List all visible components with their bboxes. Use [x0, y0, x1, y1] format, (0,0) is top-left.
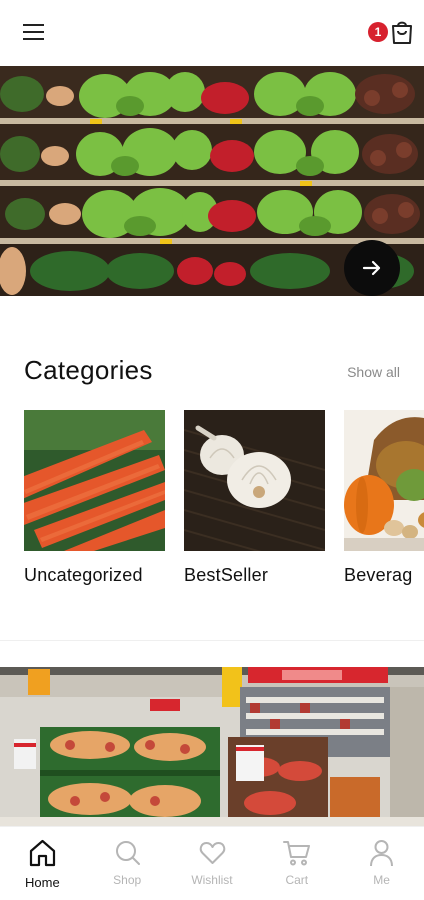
cart-button[interactable]: 1 [368, 18, 414, 48]
nav-label: Cart [285, 873, 309, 887]
nav-home[interactable]: Home [0, 827, 85, 900]
promo-banner-image[interactable] [0, 667, 424, 827]
nav-me[interactable]: Me [339, 827, 424, 900]
search-icon [115, 841, 140, 865]
nav-label: Shop [113, 873, 142, 887]
categories-header: Categories Show all [24, 355, 400, 389]
category-card-beverages[interactable]: Beverag [344, 410, 424, 586]
carousel-next-button[interactable] [344, 240, 400, 296]
shopping-bag-icon [392, 21, 412, 44]
cart-count-badge: 1 [368, 22, 388, 42]
bottom-navigation: Home Shop Wishlist Cart Me [0, 826, 424, 900]
show-all-link[interactable]: Show all [347, 364, 400, 380]
user-icon [370, 840, 394, 867]
hamburger-menu-icon[interactable] [22, 22, 46, 42]
category-image-carrots [24, 410, 165, 551]
category-card-uncategorized[interactable]: Uncategorized [24, 410, 165, 586]
nav-cart[interactable]: Cart [254, 827, 339, 900]
category-label: Uncategorized [24, 565, 143, 585]
categories-list: Uncategorized BestSeller Beverag [24, 410, 424, 600]
category-label: BestSeller [184, 565, 269, 585]
nav-label: Wishlist [191, 873, 233, 887]
heart-icon [199, 842, 225, 864]
nav-wishlist[interactable]: Wishlist [170, 827, 255, 900]
cart-icon [283, 841, 311, 866]
category-card-bestseller[interactable]: BestSeller [184, 410, 325, 586]
section-divider [0, 640, 424, 641]
category-image-garlic [184, 410, 325, 551]
home-icon [29, 839, 56, 867]
category-label: Beverag [344, 565, 413, 585]
top-app-bar: 1 [0, 0, 424, 66]
nav-shop[interactable]: Shop [85, 827, 170, 900]
arrow-right-icon [362, 260, 381, 276]
category-image-pumpkins [344, 410, 424, 551]
nav-label: Home [25, 875, 60, 890]
nav-label: Me [373, 873, 390, 887]
categories-title: Categories [24, 355, 153, 385]
